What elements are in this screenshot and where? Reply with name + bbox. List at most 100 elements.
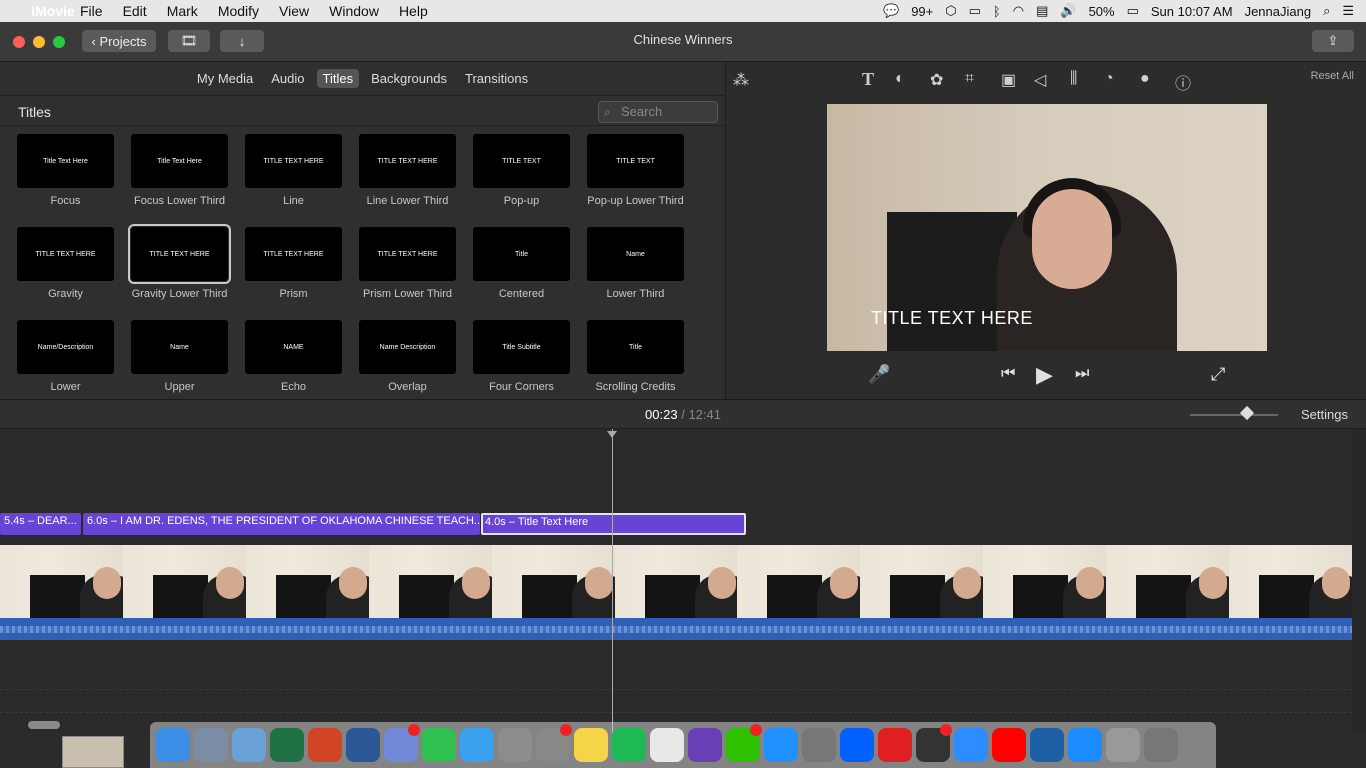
user-name[interactable]: JennaJiang — [1245, 4, 1312, 19]
photobooth-icon[interactable] — [916, 724, 952, 762]
facetime-icon[interactable] — [422, 728, 456, 762]
menu-edit[interactable]: Edit — [113, 3, 157, 19]
volume-tool-icon[interactable]: ◁ — [1034, 70, 1046, 90]
dropbox-status-icon[interactable]: ⬡ — [945, 3, 956, 19]
discord-icon[interactable] — [384, 724, 420, 762]
tab-titles[interactable]: Titles — [316, 69, 360, 88]
video-clip-filmstrip[interactable] — [0, 545, 1352, 618]
menu-mark[interactable]: Mark — [157, 3, 208, 19]
app-store-icon[interactable] — [1068, 728, 1102, 762]
video-preview[interactable]: TITLE TEXT HERE — [827, 104, 1267, 351]
menu-help[interactable]: Help — [389, 3, 438, 19]
bluetooth-icon[interactable]: ᛒ — [993, 4, 1001, 19]
title-clip[interactable]: 5.4s – DEAR... — [0, 513, 81, 535]
title-tile[interactable]: TITLE TEXT HERE Line Lower Third — [359, 134, 456, 210]
horizontal-scrollbar[interactable] — [28, 721, 60, 729]
title-tile[interactable]: TITLE TEXT Pop-up Lower Third — [587, 134, 684, 210]
notes-icon[interactable] — [574, 728, 608, 762]
printer-icon[interactable] — [1106, 728, 1140, 762]
title-thumbnail[interactable]: TITLE TEXT — [473, 134, 570, 188]
title-overlay-text[interactable]: TITLE TEXT HERE — [871, 308, 1033, 329]
skip-forward-icon[interactable]: ⏭ — [1075, 365, 1089, 383]
title-clip[interactable]: 6.0s – I AM DR. EDENS, THE PRESIDENT OF … — [83, 513, 480, 535]
skip-back-icon[interactable]: ⏮ — [1001, 365, 1015, 383]
title-thumbnail[interactable]: TITLE TEXT HERE — [359, 227, 456, 281]
crop-icon[interactable]: ⌗ — [965, 70, 974, 88]
playhead[interactable] — [607, 429, 617, 733]
wifi-icon[interactable]: ◠ — [1013, 3, 1024, 19]
title-tile[interactable]: TITLE TEXT HERE Line — [245, 134, 342, 210]
title-thumbnail[interactable]: Title — [473, 227, 570, 281]
desktop-thumbnail[interactable] — [62, 736, 124, 768]
word-icon[interactable] — [346, 728, 380, 762]
title-thumbnail[interactable]: TITLE TEXT HERE — [359, 134, 456, 188]
preview-icon[interactable] — [232, 728, 266, 762]
equalizer-icon[interactable]: ⫼ — [1070, 70, 1077, 88]
flag-input-icon[interactable]: ▤ — [1036, 3, 1048, 19]
title-tile[interactable]: Name Lower Third — [587, 227, 684, 303]
speed-icon[interactable]: ◔ — [1104, 70, 1114, 88]
stabilization-icon[interactable]: ▣ — [1001, 70, 1016, 90]
excel-icon[interactable] — [270, 728, 304, 762]
audio-waveform[interactable] — [0, 618, 1352, 640]
vertical-scrollbar[interactable] — [1352, 429, 1366, 733]
wechat-status-icon[interactable]: 💬 — [883, 3, 899, 19]
play-icon[interactable]: ▶ — [1036, 362, 1053, 388]
magic-wand-icon[interactable]: ⁂ — [733, 70, 749, 90]
title-thumbnail[interactable]: Title Text Here — [131, 134, 228, 188]
tab-backgrounds[interactable]: Backgrounds — [365, 69, 453, 88]
volume-icon[interactable]: 🔊 — [1060, 3, 1076, 19]
title-thumbnail[interactable]: Name Description — [359, 320, 456, 374]
title-tile[interactable]: TITLE TEXT HERE Gravity Lower Third — [128, 224, 231, 303]
title-tool-icon[interactable]: T — [862, 69, 874, 90]
title-tile[interactable]: Name Description Overlap — [359, 320, 456, 396]
title-thumbnail[interactable]: Title — [587, 320, 684, 374]
title-clip-selected[interactable]: 4.0s – Title Text Here — [481, 513, 746, 535]
playhead-marker[interactable] — [607, 431, 617, 438]
title-tile[interactable]: Name/Description Lower — [17, 320, 114, 396]
quicktime-icon[interactable] — [1030, 728, 1064, 762]
system-preferences-icon[interactable] — [536, 724, 572, 762]
color-palette-icon[interactable]: ✿ — [930, 70, 943, 90]
trash-icon[interactable] — [1144, 728, 1178, 762]
title-thumbnail[interactable]: TITLE TEXT HERE — [128, 224, 231, 284]
title-thumbnail[interactable]: TITLE TEXT HERE — [245, 227, 342, 281]
title-tile[interactable]: TITLE TEXT Pop-up — [473, 134, 570, 210]
notification-center-icon[interactable]: ☰ — [1342, 3, 1354, 19]
microphone-icon[interactable]: 🎤 — [868, 364, 890, 385]
title-tile[interactable]: Title Text Here Focus Lower Third — [131, 134, 228, 210]
title-tile[interactable]: Name Upper — [131, 320, 228, 396]
dropbox-icon[interactable] — [840, 728, 874, 762]
spotify-icon[interactable] — [612, 728, 646, 762]
battery-icon[interactable]: ▭ — [1127, 3, 1139, 19]
spotlight-icon[interactable]: ⌕ — [1323, 3, 1330, 19]
info-icon[interactable]: ⓘ — [1175, 70, 1191, 94]
share-button[interactable]: ⇪ — [1312, 30, 1354, 52]
finder-icon[interactable] — [156, 728, 190, 762]
title-tile[interactable]: TITLE TEXT HERE Prism Lower Third — [359, 227, 456, 303]
calculator-icon[interactable] — [498, 728, 532, 762]
imovie-icon[interactable] — [688, 728, 722, 762]
menu-file[interactable]: File — [70, 3, 113, 19]
fullscreen-icon[interactable]: ⤢ — [1211, 364, 1225, 385]
title-tile[interactable]: TITLE TEXT HERE Gravity — [17, 227, 114, 303]
title-thumbnail[interactable]: Title Subtitle — [473, 320, 570, 374]
wechat-icon[interactable] — [726, 724, 762, 762]
youtube-icon[interactable] — [992, 728, 1026, 762]
title-tile[interactable]: Title Text Here Focus — [17, 134, 114, 210]
title-thumbnail[interactable]: Name — [587, 227, 684, 281]
title-tile[interactable]: Title Subtitle Four Corners — [473, 320, 570, 396]
filter-icon[interactable]: ● — [1140, 70, 1150, 88]
tab-audio[interactable]: Audio — [265, 69, 310, 88]
clock[interactable]: Sun 10:07 AM — [1151, 4, 1233, 19]
tab-my-media[interactable]: My Media — [191, 69, 259, 88]
title-tile[interactable]: NAME Echo — [245, 320, 342, 396]
title-thumbnail[interactable]: TITLE TEXT — [587, 134, 684, 188]
title-tile[interactable]: Title Scrolling Credits — [587, 320, 684, 396]
title-thumbnail[interactable]: Title Text Here — [17, 134, 114, 188]
title-thumbnail[interactable]: NAME — [245, 320, 342, 374]
timeline-settings-button[interactable]: Settings — [1301, 407, 1348, 422]
title-tile[interactable]: Title Centered — [473, 227, 570, 303]
title-tile[interactable]: TITLE TEXT HERE Prism — [245, 227, 342, 303]
title-thumbnail[interactable]: TITLE TEXT HERE — [245, 134, 342, 188]
